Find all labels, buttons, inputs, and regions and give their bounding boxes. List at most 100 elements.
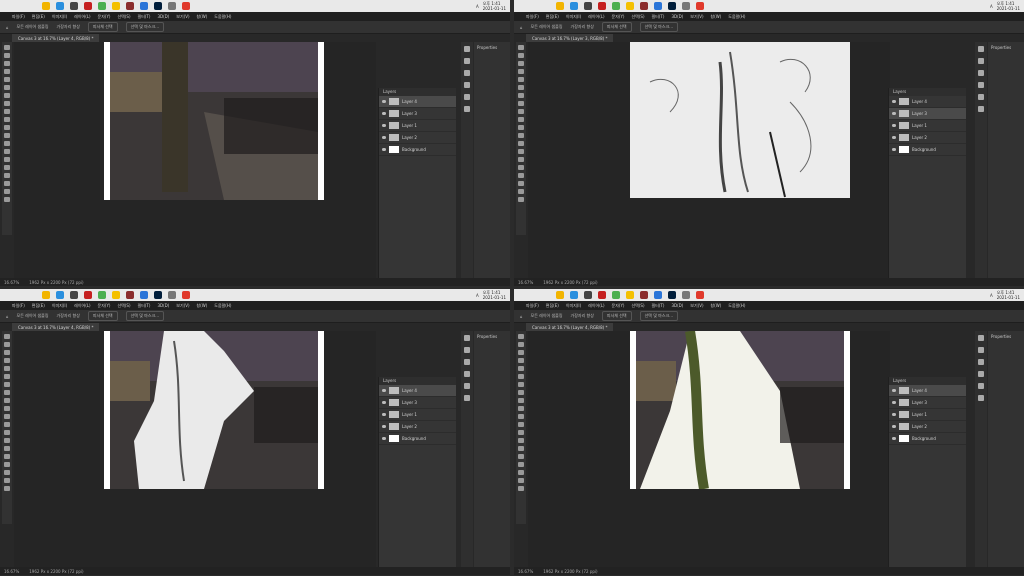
lang-indicator[interactable]: A xyxy=(476,293,479,298)
layer-row[interactable]: Background xyxy=(889,433,966,445)
app-icon[interactable] xyxy=(126,291,134,299)
layer-row[interactable]: Background xyxy=(889,144,966,156)
kakao-icon[interactable] xyxy=(626,2,634,10)
menu-select[interactable]: 선택(S) xyxy=(117,14,130,20)
type-tool-icon[interactable] xyxy=(4,454,10,459)
layer-row[interactable]: Layer 3 xyxy=(379,397,456,409)
crop-tool-icon[interactable] xyxy=(4,366,10,371)
menu-type[interactable]: 문자(Y) xyxy=(98,303,111,309)
layer-row[interactable]: Layer 4 xyxy=(889,385,966,397)
menu-3d[interactable]: 3D(D) xyxy=(671,303,683,308)
sample-all-checkbox[interactable]: 모든 레이어 샘플링 xyxy=(17,24,49,30)
media-icon[interactable] xyxy=(70,2,78,10)
stamp-tool-icon[interactable] xyxy=(4,109,10,114)
menu-file[interactable]: 파일(F) xyxy=(12,14,25,20)
crop-tool-icon[interactable] xyxy=(4,77,10,82)
enhance-checkbox[interactable]: 가장자리 향상 xyxy=(571,24,594,30)
enhance-checkbox[interactable]: 가장자리 향상 xyxy=(57,24,80,30)
brush-tool-icon[interactable] xyxy=(518,101,524,106)
menu-layer[interactable]: 레이어(L) xyxy=(588,14,604,20)
healing-tool-icon[interactable] xyxy=(4,93,10,98)
pen-tool-icon[interactable] xyxy=(518,446,524,451)
pen-tool-icon[interactable] xyxy=(518,157,524,162)
menu-image[interactable]: 이미지(I) xyxy=(566,14,581,20)
eye-icon[interactable] xyxy=(892,389,896,392)
menu-image[interactable]: 이미지(I) xyxy=(52,14,67,20)
menu-window[interactable]: 창(W) xyxy=(711,303,722,309)
menu-layer[interactable]: 레이어(L) xyxy=(74,14,90,20)
hand-tool-icon[interactable] xyxy=(4,478,10,483)
kakao-icon[interactable] xyxy=(112,291,120,299)
layers-icon[interactable] xyxy=(464,395,470,401)
blur-tool-icon[interactable] xyxy=(4,141,10,146)
menu-type[interactable]: 문자(Y) xyxy=(612,14,625,20)
eraser-tool-icon[interactable] xyxy=(518,414,524,419)
eraser-tool-icon[interactable] xyxy=(4,414,10,419)
stamp-tool-icon[interactable] xyxy=(4,398,10,403)
menu-filter[interactable]: 필터(T) xyxy=(138,303,151,309)
adjust-icon[interactable] xyxy=(464,58,470,64)
menu-window[interactable]: 창(W) xyxy=(197,14,208,20)
history-icon[interactable] xyxy=(464,335,470,341)
history-icon[interactable] xyxy=(464,46,470,52)
menu-view[interactable]: 보기(V) xyxy=(690,303,703,309)
marquee-tool-icon[interactable] xyxy=(518,53,524,58)
dodge-tool-icon[interactable] xyxy=(518,149,524,154)
menu-file[interactable]: 파일(F) xyxy=(12,303,25,309)
lasso-tool-icon[interactable] xyxy=(518,61,524,66)
acrobat-icon[interactable] xyxy=(84,291,92,299)
zoom-tool-icon[interactable] xyxy=(518,486,524,491)
eye-icon[interactable] xyxy=(382,425,386,428)
gear-icon[interactable] xyxy=(682,2,690,10)
enhance-checkbox[interactable]: 가장자리 향상 xyxy=(571,313,594,319)
eye-icon[interactable] xyxy=(892,437,896,440)
brush-settings-icon[interactable] xyxy=(464,359,470,365)
chrome-icon[interactable] xyxy=(612,2,620,10)
eyedropper-tool-icon[interactable] xyxy=(4,85,10,90)
select-subject-button[interactable]: 피사체 선택 xyxy=(601,311,632,321)
app-icon[interactable] xyxy=(640,291,648,299)
eye-icon[interactable] xyxy=(382,389,386,392)
home-icon[interactable]: ⌂ xyxy=(520,25,523,30)
eye-icon[interactable] xyxy=(382,401,386,404)
document-image[interactable] xyxy=(630,331,850,489)
menu-image[interactable]: 이미지(I) xyxy=(52,303,67,309)
layer-row[interactable]: Layer 1 xyxy=(889,120,966,132)
adjust-icon[interactable] xyxy=(978,58,984,64)
character-icon[interactable] xyxy=(978,371,984,377)
layer-row[interactable]: Layer 3 xyxy=(889,108,966,120)
menu-type[interactable]: 문자(Y) xyxy=(98,14,111,20)
edge-icon[interactable] xyxy=(570,291,578,299)
blur-tool-icon[interactable] xyxy=(518,430,524,435)
eraser-tool-icon[interactable] xyxy=(4,125,10,130)
pen-tool-icon[interactable] xyxy=(4,157,10,162)
select-mask-button[interactable]: 선택 및 마스크... xyxy=(125,311,164,321)
sample-all-checkbox[interactable]: 모든 레이어 샘플링 xyxy=(531,313,563,319)
lang-indicator[interactable]: A xyxy=(990,4,993,9)
select-subject-button[interactable]: 피사체 선택 xyxy=(87,22,118,32)
eyedropper-tool-icon[interactable] xyxy=(518,374,524,379)
quick-select-tool-icon[interactable] xyxy=(4,358,10,363)
layer-row[interactable]: Layer 4 xyxy=(889,96,966,108)
menu-image[interactable]: 이미지(I) xyxy=(566,303,581,309)
menu-select[interactable]: 선택(S) xyxy=(631,14,644,20)
document-image[interactable] xyxy=(104,331,324,489)
dodge-tool-icon[interactable] xyxy=(518,438,524,443)
record-icon[interactable] xyxy=(182,291,190,299)
zoom-readout[interactable]: 16.67% xyxy=(4,569,19,574)
menu-3d[interactable]: 3D(D) xyxy=(157,303,169,308)
eye-icon[interactable] xyxy=(382,112,386,115)
app-icon[interactable] xyxy=(640,2,648,10)
home-icon[interactable]: ⌂ xyxy=(6,25,9,30)
eye-icon[interactable] xyxy=(382,100,386,103)
acrobat-icon[interactable] xyxy=(598,2,606,10)
blur-tool-icon[interactable] xyxy=(518,141,524,146)
menu-filter[interactable]: 필터(T) xyxy=(652,303,665,309)
folder-icon[interactable] xyxy=(42,2,50,10)
stamp-tool-icon[interactable] xyxy=(518,109,524,114)
select-mask-button[interactable]: 선택 및 마스크... xyxy=(639,311,678,321)
menu-view[interactable]: 보기(V) xyxy=(690,14,703,20)
edge-icon[interactable] xyxy=(570,2,578,10)
history-icon[interactable] xyxy=(978,335,984,341)
menu-help[interactable]: 도움말(H) xyxy=(728,14,745,20)
